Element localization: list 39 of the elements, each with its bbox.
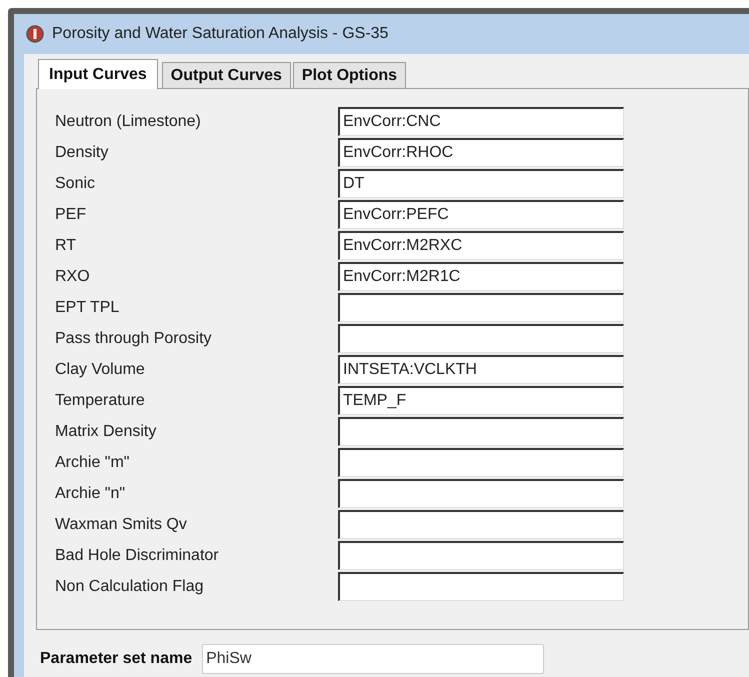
field-label: Bad Hole Discriminator: [55, 546, 220, 566]
field-label: Matrix Density: [55, 422, 158, 442]
input-field[interactable]: EnvCorr:CNC: [338, 107, 624, 136]
input-field[interactable]: DT: [338, 169, 624, 198]
field-label: PEF: [55, 204, 88, 224]
input-field[interactable]: EnvCorr:M2RXC: [338, 231, 624, 260]
field-label: Pass through Porosity: [55, 328, 213, 348]
tab[interactable]: Plot Options: [292, 62, 406, 88]
field-label: Density: [55, 142, 110, 162]
input-field[interactable]: [338, 417, 624, 446]
input-field[interactable]: EnvCorr:RHOC: [338, 138, 624, 167]
app-logo-icon: [26, 25, 44, 43]
input-field[interactable]: PhiSw: [202, 644, 544, 674]
field-label: RXO: [55, 266, 91, 286]
field-label: Clay Volume: [55, 360, 146, 380]
field-label: Waxman Smits Qv: [55, 514, 188, 534]
field-label: Parameter set name: [40, 649, 192, 669]
input-field[interactable]: EnvCorr:PEFC: [338, 200, 624, 229]
input-field[interactable]: [338, 324, 624, 353]
input-field[interactable]: [338, 293, 624, 322]
field-label: Archie "n": [55, 484, 126, 504]
field-label: Archie "m": [55, 452, 130, 472]
window-title: Porosity and Water Saturation Analysis - GS-35: [52, 24, 388, 44]
field-label: Neutron (Limestone): [55, 112, 202, 132]
tab[interactable]: Output Curves: [162, 62, 291, 88]
field-label: RT: [55, 236, 78, 256]
input-field[interactable]: [338, 541, 624, 570]
tab[interactable]: Input Curves: [38, 59, 158, 89]
input-field[interactable]: [338, 572, 624, 601]
input-field[interactable]: [338, 479, 624, 508]
field-label: EPT TPL: [55, 298, 120, 318]
input-field[interactable]: INTSETA:VCLKTH: [338, 355, 624, 384]
field-label: Sonic: [55, 174, 96, 194]
field-label: Non Calculation Flag: [55, 576, 205, 596]
field-label: Temperature: [55, 390, 146, 410]
input-field[interactable]: TEMP_F: [338, 386, 624, 415]
input-field[interactable]: [338, 448, 624, 477]
input-field[interactable]: [338, 510, 624, 539]
input-field[interactable]: EnvCorr:M2R1C: [338, 262, 624, 291]
